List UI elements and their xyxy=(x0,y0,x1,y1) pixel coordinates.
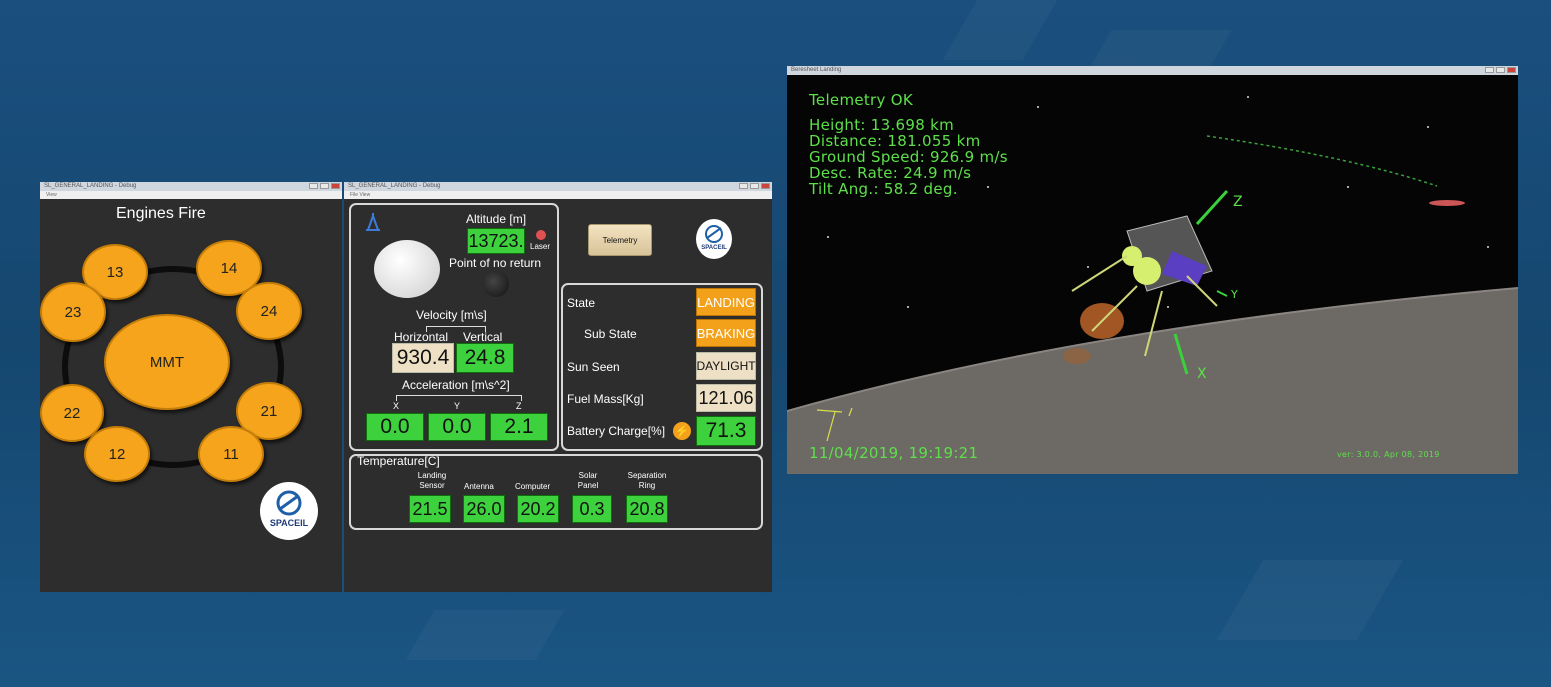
engine-11: 11 xyxy=(198,426,264,482)
bg-stripe xyxy=(406,610,565,660)
axis-z-label: Z xyxy=(1233,194,1243,210)
main-engine: MMT xyxy=(104,314,230,410)
spaceil-logo: SPACEIL xyxy=(260,482,318,540)
laser-label: Laser xyxy=(530,242,551,251)
trajectory-line xyxy=(1206,135,1438,187)
logo-emblem-icon xyxy=(705,225,723,243)
bg-stripe xyxy=(1217,560,1403,640)
landing-menubar[interactable]: File View xyxy=(344,191,772,199)
laser-indicator-icon xyxy=(536,230,546,240)
vertical-label: Vertical xyxy=(463,330,503,344)
maximize-icon[interactable] xyxy=(320,183,329,189)
engines-menubar[interactable]: View xyxy=(40,191,342,199)
temp-landing-sensor-value: 21.5 xyxy=(409,495,451,523)
window-controls[interactable] xyxy=(739,183,770,189)
accel-x-label: X xyxy=(393,401,400,411)
logo-text: SPACEIL xyxy=(701,245,727,251)
logo-text: SPACEIL xyxy=(269,518,309,528)
simulation-window: Beresheet Landing Z Y X Telemetry OK Hei… xyxy=(787,66,1518,474)
horizontal-label: Horizontal xyxy=(394,330,449,344)
temp-antenna-label: Antenna xyxy=(464,482,494,491)
close-icon[interactable] xyxy=(761,183,770,189)
battery-label: Battery Charge[%] xyxy=(567,424,666,438)
altitude-value: 13723. xyxy=(467,228,525,254)
sun-label: Sun Seen xyxy=(567,360,620,374)
moon-indicator xyxy=(374,240,440,298)
lander-small-icon xyxy=(366,213,380,231)
temp-separation-ring-value: 20.8 xyxy=(626,495,668,523)
fuel-value: 121.06 xyxy=(696,384,756,412)
window-controls[interactable] xyxy=(309,183,340,189)
engine-23: 23 xyxy=(40,282,106,342)
horizontal-velocity-value: 930.4 xyxy=(392,343,454,373)
landing-titlebar[interactable]: SL_GENERAL_LANDING - Debug xyxy=(344,182,772,191)
pnr-indicator xyxy=(483,271,509,297)
maximize-icon[interactable] xyxy=(750,183,759,189)
battery-value: 71.3 xyxy=(696,416,756,446)
telemetry-button[interactable]: Telemetry xyxy=(588,224,652,256)
state-label: State xyxy=(567,296,596,310)
spaceil-logo-small: SPACEIL xyxy=(696,219,732,259)
axis-x-label: X xyxy=(1197,366,1207,382)
altitude-label: Altitude [m] xyxy=(466,212,527,226)
tilt-readout: Tilt Ang.: 58.2 deg. xyxy=(809,180,958,198)
accel-y-value: 0.0 xyxy=(428,413,486,441)
axis-y-label: Y xyxy=(1231,288,1239,301)
substate-value: BRAKING xyxy=(696,319,756,347)
bg-stripe xyxy=(943,0,1058,60)
vertical-velocity-value: 24.8 xyxy=(456,343,514,373)
substate-label: Sub State xyxy=(584,327,637,341)
engine-12: 12 xyxy=(84,426,150,482)
acceleration-label: Acceleration [m\s^2] xyxy=(402,378,510,392)
landing-window: SL_GENERAL_LANDING - Debug File View Alt… xyxy=(344,182,772,592)
sun-value: DAYLIGHT xyxy=(696,352,756,380)
accel-x-value: 0.0 xyxy=(366,413,424,441)
datetime-readout: 11/04/2019, 19:19:21 xyxy=(809,444,979,462)
temp-computer-label: Computer xyxy=(515,482,551,491)
telemetry-status: Telemetry OK xyxy=(809,91,914,109)
temp-computer-value: 20.2 xyxy=(517,495,559,523)
temp-solar-panel-label: Solar Panel xyxy=(577,471,599,490)
temp-separation-ring-label: Separation Ring xyxy=(627,471,667,490)
version-readout: ver: 3.0.0, Apr 08, 2019 xyxy=(1337,450,1440,459)
fuel-label: Fuel Mass[Kg] xyxy=(567,392,644,406)
engines-titlebar[interactable]: SL_GENERAL_LANDING - Debug xyxy=(40,182,342,191)
state-value: LANDING xyxy=(696,288,756,316)
accel-z-value: 2.1 xyxy=(490,413,548,441)
temp-landing-sensor-label: Landing Sensor xyxy=(417,471,447,490)
temp-solar-panel-value: 0.3 xyxy=(572,495,612,523)
minimize-icon[interactable] xyxy=(739,183,748,189)
temp-antenna-value: 26.0 xyxy=(463,495,505,523)
engine-24: 24 xyxy=(236,282,302,340)
pnr-label: Point of no return xyxy=(449,256,542,270)
accel-y-label: Y xyxy=(454,401,461,411)
close-icon[interactable] xyxy=(331,183,340,189)
target-marker-icon xyxy=(1429,200,1465,206)
accel-z-label: Z xyxy=(516,401,522,411)
velocity-label: Velocity [m\s] xyxy=(416,308,487,322)
logo-emblem-icon xyxy=(276,490,302,516)
temperature-label: Temperature[C] xyxy=(357,454,440,468)
bg-stripe xyxy=(1088,30,1231,70)
engines-heading: Engines Fire xyxy=(116,205,206,222)
engines-window: SL_GENERAL_LANDING - Debug View Engines … xyxy=(40,182,342,592)
minimize-icon[interactable] xyxy=(309,183,318,189)
battery-bolt-icon: ⚡ xyxy=(673,422,691,440)
